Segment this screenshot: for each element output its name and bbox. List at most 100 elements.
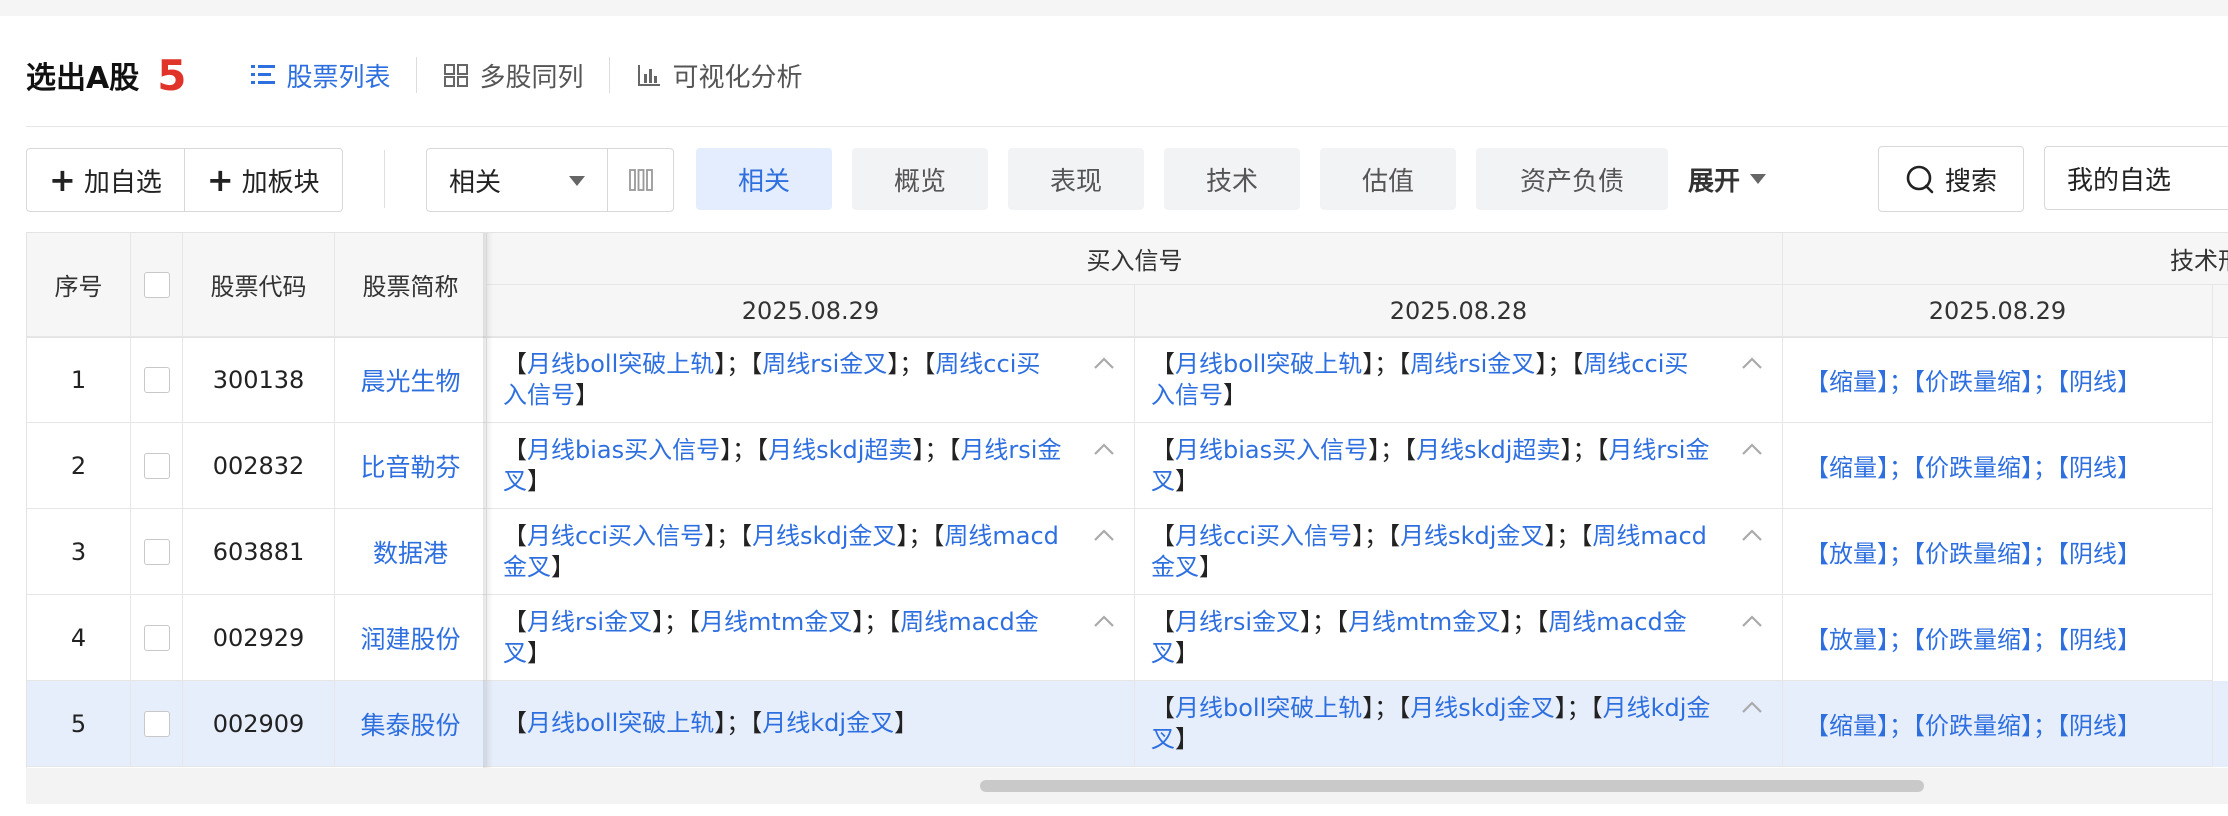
signal-link[interactable]: 月线boll突破上轨 (527, 350, 714, 378)
separator: ； (726, 349, 751, 378)
signal-link[interactable]: 缩量 (1829, 368, 1877, 396)
separator: ； (1364, 521, 1389, 550)
signal-link[interactable]: 月线mtm金叉 (1348, 608, 1500, 636)
bracket: 】 (2117, 454, 2141, 482)
signal-link[interactable]: 月线skdj金叉 (1400, 522, 1544, 550)
tab-stock-list[interactable]: 股票列表 (224, 55, 416, 95)
chip-balance-sheet[interactable]: 资产负债 (1476, 148, 1668, 210)
chevron-up-icon[interactable] (1092, 527, 1116, 543)
row-checkbox[interactable] (143, 452, 170, 479)
signal-link[interactable]: 周线rsi金叉 (1410, 350, 1535, 378)
chevron-up-icon[interactable] (1740, 699, 1764, 715)
sort-value: 相关 (449, 167, 502, 198)
header-date-3[interactable]: 2025.08.29 (1783, 285, 2213, 337)
separator: ； (1889, 540, 1913, 568)
chevron-up-icon[interactable] (1092, 355, 1116, 371)
chip-valuation[interactable]: 估值 (1320, 148, 1456, 210)
bracket: 【 (1151, 521, 1175, 550)
chevron-up-icon[interactable] (1740, 527, 1764, 543)
tab-multi-stock[interactable]: 多股同列 (417, 55, 609, 95)
bracket: 【 (756, 435, 769, 464)
bracket: 】 (1877, 454, 1889, 482)
bracket: 】 (527, 638, 551, 667)
header-date-2[interactable]: 2025.08.28 (1135, 285, 1783, 337)
chip-technical[interactable]: 技术 (1164, 148, 1300, 210)
signal-link[interactable]: 月线cci买入信号 (527, 522, 704, 550)
signal-link[interactable]: 缩量 (1829, 712, 1877, 740)
signal-link[interactable]: 月线kdj金叉 (762, 709, 894, 737)
chevron-up-icon[interactable] (1092, 613, 1116, 629)
stock-name-link[interactable]: 润建股份 (335, 595, 487, 681)
signal-link[interactable]: 月线bias买入信号 (1175, 436, 1368, 464)
row-checkbox[interactable] (143, 366, 170, 393)
row-checkbox[interactable] (143, 538, 170, 565)
bracket: 【 (888, 607, 901, 636)
signal-link[interactable]: 价跌量缩 (1925, 368, 2021, 396)
header-index[interactable]: 序号 (27, 233, 131, 337)
signal-link[interactable]: 月线mtm金叉 (700, 608, 852, 636)
bracket: 】 (714, 709, 727, 737)
signal-link[interactable]: 价跌量缩 (1925, 712, 2021, 740)
signal-link[interactable]: 周线rsi金叉 (762, 350, 887, 378)
bracket: 】 (1223, 380, 1247, 409)
signal-link[interactable]: 月线boll突破上轨 (1175, 694, 1362, 722)
chip-overview[interactable]: 概览 (852, 148, 988, 210)
header-name[interactable]: 股票简称 (335, 233, 487, 337)
bracket: 【 (503, 521, 527, 550)
tab-label: 多股同列 (479, 62, 584, 93)
signal-link[interactable]: 月线skdj超卖 (1416, 436, 1560, 464)
signal-link[interactable]: 月线rsi金叉 (1175, 608, 1300, 636)
add-watchlist-button[interactable]: + 加自选 (27, 149, 184, 211)
row-select-cell (131, 595, 183, 681)
tab-visual-analysis[interactable]: 可视化分析 (610, 55, 828, 95)
signal-link[interactable]: 放量 (1829, 626, 1877, 654)
signal-link[interactable]: 价跌量缩 (1925, 540, 2021, 568)
bracket: 【 (2057, 712, 2069, 740)
chevron-up-icon[interactable] (1740, 441, 1764, 457)
sort-dropdown[interactable]: 相关 (427, 149, 607, 211)
chip-related[interactable]: 相关 (696, 148, 832, 210)
column-settings-button[interactable] (607, 149, 673, 211)
chip-performance[interactable]: 表现 (1008, 148, 1144, 210)
chevron-up-icon[interactable] (1740, 355, 1764, 371)
row-index: 5 (27, 681, 131, 767)
signal-link[interactable]: 阴线 (2069, 626, 2117, 654)
header-date-1[interactable]: 2025.08.29 (487, 285, 1135, 337)
signal-link[interactable]: 阴线 (2069, 712, 2117, 740)
frozen-column-shadow (483, 233, 493, 769)
signal-link[interactable]: 缩量 (1829, 454, 1877, 482)
tech-pattern-cell: 【缩量】；【价跌量缩】；【阴线】 (1783, 337, 2213, 423)
signal-link[interactable]: 月线boll突破上轨 (1175, 350, 1362, 378)
signal-link[interactable]: 月线skdj金叉 (1410, 694, 1554, 722)
signal-link[interactable]: 阴线 (2069, 540, 2117, 568)
signal-link[interactable]: 阴线 (2069, 368, 2117, 396)
stock-name-link[interactable]: 晨光生物 (335, 337, 487, 423)
row-checkbox[interactable] (143, 710, 170, 737)
horizontal-scrollbar[interactable] (980, 780, 1924, 792)
buy-signal-cell: 【月线boll突破上轨】；【周线rsi金叉】；【周线cci买入信号】 (1135, 337, 1783, 423)
bracket: 】 (1199, 552, 1223, 581)
select-all-checkbox[interactable] (143, 271, 170, 298)
signal-link[interactable]: 阴线 (2069, 454, 2117, 482)
signal-link[interactable]: 价跌量缩 (1925, 454, 2021, 482)
signal-link[interactable]: 价跌量缩 (1925, 626, 2021, 654)
chevron-up-icon[interactable] (1740, 613, 1764, 629)
chevron-up-icon[interactable] (1092, 441, 1116, 457)
add-sector-button[interactable]: + 加板块 (183, 149, 342, 211)
signal-link[interactable]: 放量 (1829, 540, 1877, 568)
stock-name-link[interactable]: 数据港 (335, 509, 487, 595)
header-code[interactable]: 股票代码 (183, 233, 335, 337)
search-button[interactable]: 搜索 (1878, 146, 2024, 212)
my-watchlist-button[interactable]: 我的自选 (2044, 146, 2228, 210)
signal-link[interactable]: 月线rsi金叉 (527, 608, 652, 636)
signal-link[interactable]: 月线skdj金叉 (752, 522, 896, 550)
tab-label: 可视化分析 (672, 62, 803, 93)
row-checkbox[interactable] (143, 624, 170, 651)
stock-name-link[interactable]: 比音勒芬 (335, 423, 487, 509)
stock-name-link[interactable]: 集泰股份 (335, 681, 487, 767)
signal-link[interactable]: 月线bias买入信号 (527, 436, 720, 464)
signal-link[interactable]: 月线skdj超卖 (768, 436, 912, 464)
signal-link[interactable]: 月线boll突破上轨 (527, 709, 714, 737)
expand-button[interactable]: 展开 (1688, 148, 1767, 210)
signal-link[interactable]: 月线cci买入信号 (1175, 522, 1352, 550)
